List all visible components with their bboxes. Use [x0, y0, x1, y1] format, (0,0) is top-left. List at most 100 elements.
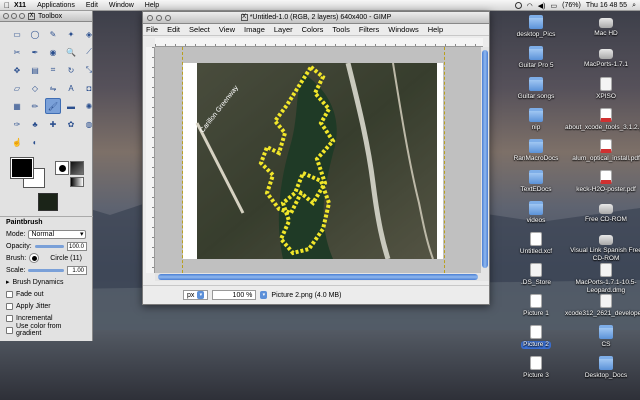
- shear-icon[interactable]: ▱: [9, 80, 25, 96]
- apple-icon[interactable]: : [0, 1, 14, 10]
- use-gradient-checkbox[interactable]: [6, 326, 13, 334]
- desktop-icon[interactable]: about_xcode_tools_3.1.2.pdf: [563, 108, 640, 132]
- timemachine-icon[interactable]: [514, 2, 522, 9]
- menu-file[interactable]: File: [146, 25, 158, 34]
- minimize-icon[interactable]: [156, 15, 162, 21]
- menu-edit[interactable]: Edit: [167, 25, 180, 34]
- move-icon[interactable]: ✥: [9, 62, 25, 78]
- desktop-icon[interactable]: xcode312_2621_developerdvd.dmg: [563, 294, 640, 318]
- image-window-titlebar[interactable]: X *Untitled-1.0 (RGB, 2 layers) 640x400 -…: [143, 12, 489, 24]
- crop-icon[interactable]: ⌗: [45, 62, 61, 78]
- desktop-icon[interactable]: Mac HD: [563, 15, 640, 38]
- horizontal-scroll-thumb[interactable]: [158, 274, 478, 280]
- zoom-icon[interactable]: 🔍: [63, 44, 79, 60]
- gradient-preview[interactable]: [70, 177, 84, 187]
- menu-window[interactable]: Window: [109, 2, 134, 9]
- menu-windows[interactable]: Windows: [388, 25, 418, 34]
- menu-app-name[interactable]: X11: [14, 2, 26, 9]
- brush-preview[interactable]: [55, 161, 69, 175]
- align-icon[interactable]: ▤: [27, 62, 43, 78]
- menu-help[interactable]: Help: [145, 2, 159, 9]
- desktop-icon[interactable]: Desktop_Docs: [563, 356, 640, 380]
- perspective-icon[interactable]: ◇: [27, 80, 43, 96]
- zoom-dropdown-icon[interactable]: ▾: [260, 291, 268, 299]
- perspective-clone-icon[interactable]: ✿: [63, 116, 79, 132]
- minimize-icon[interactable]: [11, 13, 17, 19]
- rect-select-icon[interactable]: ▭: [9, 26, 25, 42]
- paths-icon[interactable]: ✒: [27, 44, 43, 60]
- paintbrush-icon[interactable]: 🖌: [45, 98, 61, 114]
- canvas-area[interactable]: Carillon Greenway: [155, 47, 481, 273]
- menu-filters[interactable]: Filters: [359, 25, 379, 34]
- smudge-icon[interactable]: ☝: [9, 134, 25, 150]
- unit-select[interactable]: px ▾: [183, 290, 209, 300]
- expander-icon[interactable]: ▸: [6, 278, 10, 286]
- pattern-preview[interactable]: [70, 161, 84, 175]
- lasso-icon[interactable]: ✎: [45, 26, 61, 42]
- magic-wand-icon[interactable]: ✦: [63, 26, 79, 42]
- eraser-icon[interactable]: ▬: [63, 98, 79, 114]
- desktop-icon[interactable]: keck-H2O-poster.pdf: [563, 170, 640, 194]
- apply-jitter-checkbox[interactable]: [6, 302, 13, 310]
- flip-icon[interactable]: ⇋: [45, 80, 61, 96]
- desktop-icon[interactable]: CS: [563, 325, 640, 349]
- opacity-slider[interactable]: [34, 244, 64, 248]
- dodge-burn-icon[interactable]: ◐: [27, 134, 43, 150]
- desktop-icon[interactable]: MacPorts-1.7.1-10.5-Leopard.dmg: [563, 263, 640, 295]
- vertical-ruler[interactable]: [146, 47, 155, 273]
- wifi-icon[interactable]: ◠: [527, 2, 533, 10]
- zoom-window-icon[interactable]: [165, 15, 171, 21]
- close-icon[interactable]: [147, 15, 153, 21]
- desktop-icon[interactable]: MacPorts-1.7.1: [563, 46, 640, 69]
- horizontal-scrollbar[interactable]: [155, 273, 481, 281]
- incremental-checkbox[interactable]: [6, 314, 13, 322]
- zoom-window-icon[interactable]: [19, 13, 25, 19]
- ellipse-select-icon[interactable]: ◯: [27, 26, 43, 42]
- menu-view[interactable]: View: [219, 25, 235, 34]
- pencil-icon[interactable]: ✏: [27, 98, 43, 114]
- desktop-icon[interactable]: alum_optical_install.pdf: [563, 139, 640, 163]
- blend-icon[interactable]: ▦: [9, 98, 25, 114]
- scale-icon[interactable]: ⤡: [81, 62, 97, 78]
- close-icon[interactable]: [3, 13, 9, 19]
- toolbox-titlebar[interactable]: X Toolbox: [0, 11, 92, 22]
- menu-select[interactable]: Select: [189, 25, 210, 34]
- vertical-scrollbar[interactable]: [481, 47, 489, 281]
- menu-applications[interactable]: Applications: [37, 2, 75, 9]
- scale-slider[interactable]: [28, 268, 64, 272]
- convolve-icon[interactable]: ◍: [81, 116, 97, 132]
- desktop-icon[interactable]: XPISO: [563, 77, 640, 101]
- menu-layer[interactable]: Layer: [274, 25, 293, 34]
- battery-icon[interactable]: ▭: [551, 2, 558, 10]
- horizontal-ruler[interactable]: [155, 38, 483, 47]
- scissors-icon[interactable]: ✂: [9, 44, 25, 60]
- menubar-clock[interactable]: Thu 16 48 55: [586, 2, 627, 9]
- opacity-input[interactable]: 100.0: [67, 241, 87, 251]
- clone-icon[interactable]: ♣: [27, 116, 43, 132]
- menu-tools[interactable]: Tools: [332, 25, 350, 34]
- spotlight-icon[interactable]: ⌕: [632, 2, 636, 10]
- fade-out-checkbox[interactable]: [6, 290, 13, 298]
- active-image-thumbnail[interactable]: [38, 193, 58, 211]
- volume-icon[interactable]: ◀): [538, 2, 546, 10]
- measure-icon[interactable]: ⟋: [81, 44, 97, 60]
- scale-input[interactable]: 1.00: [67, 265, 87, 275]
- desktop-icon[interactable]: Visual Link Spanish Free CD-ROM: [563, 232, 640, 263]
- brush-circle-icon[interactable]: [29, 253, 40, 263]
- mode-select[interactable]: Normal ▾: [28, 229, 87, 239]
- heal-icon[interactable]: ✚: [45, 116, 61, 132]
- menu-edit[interactable]: Edit: [86, 2, 98, 9]
- menu-image[interactable]: Image: [244, 25, 265, 34]
- rotate-icon[interactable]: ↻: [63, 62, 79, 78]
- color-picker-icon[interactable]: ◉: [45, 44, 61, 60]
- select-by-color-icon[interactable]: ◈: [81, 26, 97, 42]
- menu-help[interactable]: Help: [428, 25, 443, 34]
- ink-icon[interactable]: ✑: [9, 116, 25, 132]
- foreground-color[interactable]: [10, 157, 34, 179]
- bucket-fill-icon[interactable]: ◘: [81, 80, 97, 96]
- airbrush-icon[interactable]: ✺: [81, 98, 97, 114]
- desktop-icon[interactable]: Free CD-ROM: [563, 201, 640, 224]
- vertical-scroll-thumb[interactable]: [482, 50, 488, 268]
- zoom-select[interactable]: 100 %: [212, 290, 257, 300]
- brush-dynamics-expander[interactable]: Brush Dynamics: [13, 279, 64, 286]
